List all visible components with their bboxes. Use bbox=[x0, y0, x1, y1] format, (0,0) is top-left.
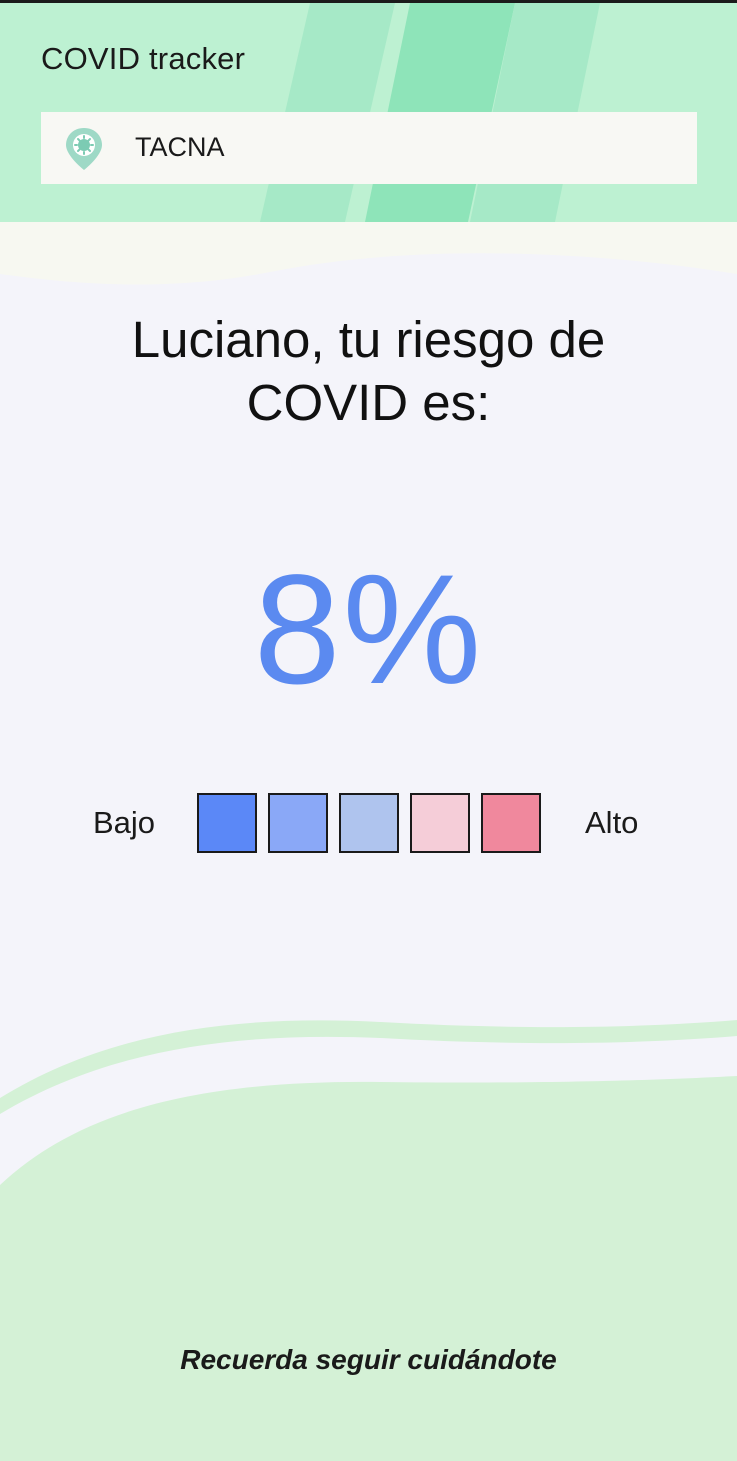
map-pin-icon bbox=[66, 128, 102, 170]
risk-heading: Luciano, tu riesgo de COVID es: bbox=[131, 311, 606, 431]
location-selector[interactable]: TACNA bbox=[41, 112, 697, 184]
app-header: COVID tracker TACNA bbox=[0, 3, 737, 222]
footer-message: Recuerda seguir cuidándote bbox=[180, 1344, 557, 1375]
risk-level-swatch-4 bbox=[410, 793, 470, 853]
scale-low-label: Bajo bbox=[93, 805, 156, 840]
risk-percentage: 8% bbox=[253, 543, 484, 717]
header-wave-band bbox=[0, 222, 737, 292]
scale-high-label: Alto bbox=[585, 805, 639, 840]
risk-level-swatch-5 bbox=[481, 793, 541, 853]
risk-level-swatch-3 bbox=[339, 793, 399, 853]
risk-level-swatch-2 bbox=[268, 793, 328, 853]
app-title: COVID tracker bbox=[41, 41, 246, 76]
footer-wave-background bbox=[0, 1020, 737, 1461]
location-name: TACNA bbox=[135, 132, 225, 162]
risk-level-swatch-1 bbox=[197, 793, 257, 853]
